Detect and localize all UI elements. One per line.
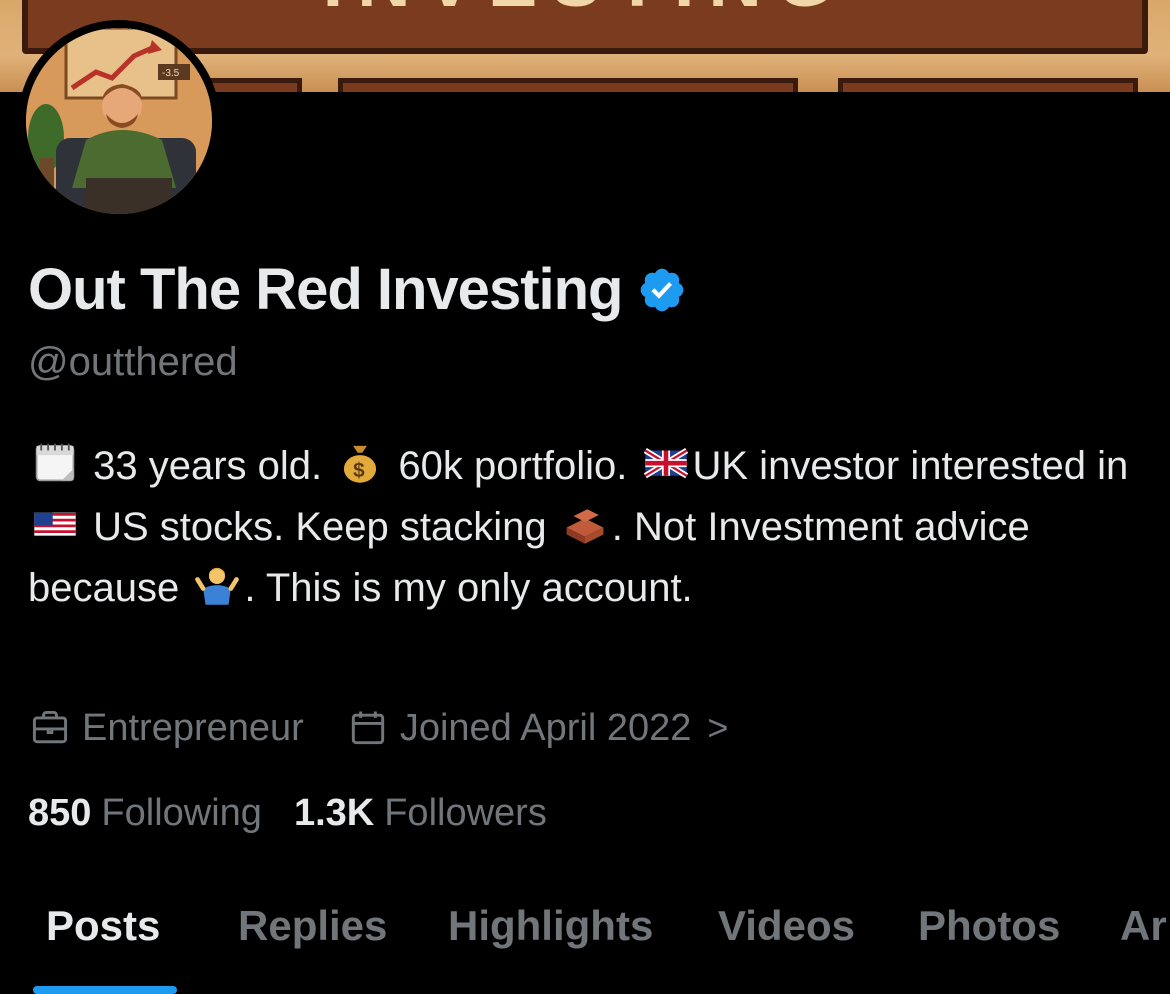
bio-text: . This is my only account. [244, 566, 693, 610]
chevron-right-icon[interactable]: > [707, 707, 728, 749]
avatar-image: -3.5 [26, 28, 212, 214]
profile-handle: @outthered [28, 340, 238, 384]
follow-stats: 850 Following 1.3K Followers [28, 792, 579, 835]
uk-flag-emoji-icon [643, 439, 689, 485]
avatar-badge: -3.5 [162, 68, 180, 79]
following-label[interactable]: Following [101, 792, 262, 835]
tab-photos[interactable]: Photos [918, 902, 1060, 950]
profile-tabs: Posts Replies Highlights Videos Photos A… [0, 890, 1170, 994]
calendar-emoji-icon [32, 439, 78, 485]
banner-title-box: INVESTING [22, 0, 1148, 54]
bio-text: 33 years old. [82, 444, 334, 488]
followers-label[interactable]: Followers [384, 792, 547, 835]
svg-text:$: $ [353, 459, 365, 482]
followers-count[interactable]: 1.3K [294, 792, 374, 835]
avatar[interactable]: -3.5 [18, 20, 220, 222]
following-count[interactable]: 850 [28, 792, 91, 835]
verified-badge-icon[interactable] [637, 265, 687, 315]
banner-panel [338, 78, 798, 92]
avatar-illustration: -3.5 [26, 28, 212, 214]
bio-text: US stocks. Keep stacking [82, 505, 558, 549]
profile-name-row: Out The Red Investing [28, 256, 687, 323]
profession-item: Entrepreneur [28, 706, 304, 750]
bio-text: 60k portfolio. [387, 444, 639, 488]
profile-bio: 33 years old. $ 60k portfolio. UK invest… [28, 436, 1138, 619]
joined-date-item[interactable]: Joined April 2022 > [346, 706, 728, 750]
tab-replies[interactable]: Replies [238, 902, 387, 950]
tab-videos[interactable]: Videos [718, 902, 855, 950]
profile-meta-row: Entrepreneur Joined April 2022 > [28, 706, 770, 750]
bio-text: UK investor interested in [692, 444, 1129, 488]
briefcase-icon [32, 710, 68, 744]
calendar-icon [351, 711, 384, 745]
banner-panel [838, 78, 1138, 92]
display-name: Out The Red Investing [28, 257, 623, 322]
money-bag-emoji-icon: $ [337, 439, 383, 485]
bricks-emoji-icon [562, 500, 608, 546]
us-flag-emoji-icon [32, 500, 78, 546]
person-shrugging-emoji-icon [194, 561, 240, 607]
tab-posts[interactable]: Posts [46, 902, 160, 950]
profession-label: Entrepreneur [82, 706, 304, 749]
active-tab-indicator [33, 986, 177, 994]
tab-articles[interactable]: Ar [1120, 902, 1167, 950]
profile-page: INVESTING -3.5 [0, 0, 1170, 994]
banner-title: INVESTING [28, 0, 1142, 23]
tab-highlights[interactable]: Highlights [448, 902, 653, 950]
joined-date-label: Joined April 2022 [399, 706, 692, 749]
